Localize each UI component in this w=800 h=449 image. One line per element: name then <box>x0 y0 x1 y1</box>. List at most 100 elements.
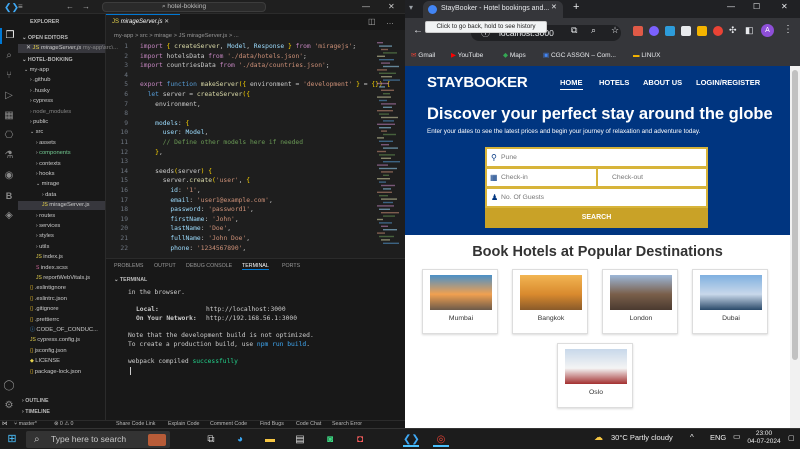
extensions-puzzle-icon[interactable]: ✣ <box>729 25 737 36</box>
problems-status[interactable]: ⊗ 0 ⚠ 0 <box>54 421 74 428</box>
destination-card-dubai[interactable]: Dubai <box>692 269 768 334</box>
code-line[interactable]: lastName: 'Doe', <box>140 224 231 234</box>
explorer-icon[interactable]: ❐ <box>0 28 18 44</box>
code-line[interactable]: models: { <box>140 119 189 129</box>
tree-item[interactable]: {} package-lock.json <box>18 368 105 377</box>
remote-icon[interactable]: ⎔ <box>0 128 18 144</box>
task-view-icon[interactable]: ⧉ <box>203 432 219 447</box>
source-control-icon[interactable]: ⑂ <box>0 68 18 84</box>
side-panel-icon[interactable]: ◧ <box>745 25 754 36</box>
code-line[interactable]: firstName: 'John', <box>140 215 238 225</box>
open-editors-header[interactable]: ⌄ OPEN EDITORS <box>22 34 68 43</box>
tree-item[interactable]: › utils <box>18 243 105 252</box>
page-scrollbar[interactable] <box>790 66 800 428</box>
minimap[interactable] <box>376 42 400 252</box>
bookmark-youtube[interactable]: ▶ YouTube <box>451 46 483 66</box>
status-explain-code[interactable]: Explain Code <box>168 421 200 428</box>
chat-icon[interactable]: ◈ <box>0 208 18 224</box>
tree-item[interactable]: › assets <box>18 139 105 148</box>
scrollbar-thumb[interactable] <box>792 70 798 360</box>
code-editor[interactable]: 1 import { createServer, Model, Response … <box>106 42 390 256</box>
tree-item[interactable]: {} .eslintignore <box>18 284 105 293</box>
tree-item[interactable]: ◆ LICENSE <box>18 357 105 366</box>
tree-item[interactable]: ⌄ my-app <box>18 66 105 75</box>
code-line[interactable]: user: Model, <box>140 128 209 138</box>
tree-item[interactable]: JS index.js <box>18 253 105 262</box>
tree-item[interactable]: › public <box>18 118 105 127</box>
code-line[interactable]: import { createServer, Model, Response }… <box>140 42 356 52</box>
search-button[interactable]: SEARCH <box>485 208 708 228</box>
tree-item[interactable]: JS mirageServer.js <box>18 201 105 211</box>
tab-terminal[interactable]: TERMINAL <box>242 263 269 270</box>
extensions-icon[interactable]: ▦ <box>0 108 18 124</box>
extension-icon[interactable] <box>713 26 723 36</box>
tree-item[interactable]: › services <box>18 222 105 231</box>
terminal-local-url[interactable]: http://localhost:3000 <box>206 305 286 314</box>
tree-item[interactable]: {} .gitignore <box>18 305 105 314</box>
tree-item[interactable]: › components <box>18 149 105 158</box>
extension-icon[interactable] <box>665 26 675 36</box>
tree-item[interactable]: › routes <box>18 212 105 221</box>
run-debug-icon[interactable]: ▷ <box>0 88 18 104</box>
zoom-icon[interactable]: ⌕ <box>591 25 596 36</box>
nav-about-us[interactable]: ABOUT US <box>643 78 682 87</box>
destination-input[interactable]: ⚲ Pune <box>485 147 708 168</box>
destination-card-oslo[interactable]: Oslo <box>557 343 633 408</box>
checkout-input[interactable]: Check-out <box>596 167 708 188</box>
bookmark-gmail[interactable]: ✉ Gmail <box>411 46 435 66</box>
extension-icon[interactable] <box>649 26 659 36</box>
tree-item[interactable]: › hooks <box>18 170 105 179</box>
maximize-icon[interactable]: ☐ <box>753 2 760 11</box>
tree-item[interactable]: › .husky <box>18 87 105 96</box>
close-window-icon[interactable]: ✕ <box>781 2 788 11</box>
terminal-section-header[interactable]: ⌄ TERMINAL <box>114 277 147 283</box>
blackbox-icon[interactable]: B <box>0 188 18 204</box>
code-line[interactable]: id: '1', <box>140 186 200 196</box>
nav-login-register[interactable]: LOGIN/REGISTER <box>696 78 760 87</box>
remote-status-icon[interactable]: ⋈ <box>2 421 7 428</box>
account-icon[interactable]: ◯ <box>0 378 18 394</box>
close-tab-icon[interactable]: ✕ <box>164 19 169 25</box>
tab-problems[interactable]: PROBLEMS <box>114 263 143 269</box>
edge-icon[interactable]: ◕ <box>232 432 248 447</box>
branch-status[interactable]: ⑂ master* <box>14 421 37 428</box>
code-line[interactable]: export function makeServer({ environment… <box>140 80 390 90</box>
destination-card-mumbai[interactable]: Mumbai <box>422 269 498 334</box>
tab-ports[interactable]: PORTS <box>282 263 300 269</box>
destination-card-bangkok[interactable]: Bangkok <box>512 269 588 334</box>
install-app-icon[interactable]: ⧉ <box>571 25 577 36</box>
tree-item[interactable]: {} jsconfig.json <box>18 347 105 356</box>
chrome-taskbar-icon[interactable]: ◎ <box>433 432 449 447</box>
command-center-search[interactable]: ⌕ hotel-bokking <box>102 2 266 12</box>
testing-icon[interactable]: ⚗ <box>0 148 18 164</box>
tray-chevron-icon[interactable]: ^ <box>690 433 694 442</box>
tree-item[interactable]: ⓘ CODE_OF_CONDUC... <box>18 326 105 335</box>
terminal-network-url[interactable]: http://192.168.56.1:3000 <box>206 314 297 323</box>
file-explorer-icon[interactable]: ▬ <box>262 432 278 447</box>
code-line[interactable]: phone: '1234567890', <box>140 244 246 254</box>
nav-hotels[interactable]: HOTELS <box>599 78 629 87</box>
destination-card-london[interactable]: London <box>602 269 678 334</box>
split-editor-icon[interactable]: ◫ <box>368 17 376 26</box>
status-share-code[interactable]: Share Code Link <box>116 421 155 428</box>
tab-output[interactable]: OUTPUT <box>154 263 176 269</box>
back-button-icon[interactable]: ← <box>413 25 423 36</box>
close-icon[interactable]: ✕ <box>388 2 395 11</box>
code-line[interactable]: import countriesData from './data/countr… <box>140 61 330 71</box>
tab-debug-console[interactable]: DEBUG CONSOLE <box>186 263 232 269</box>
checkin-input[interactable]: ▦ Check-in <box>485 167 598 188</box>
store-icon[interactable]: ▤ <box>292 432 308 447</box>
vscode-taskbar-icon[interactable]: ❮❯ <box>403 432 420 447</box>
bookmark-star-icon[interactable]: ☆ <box>611 25 619 36</box>
code-line[interactable]: seeds(server) { <box>140 167 212 177</box>
close-tab-icon[interactable]: ✕ <box>551 3 557 11</box>
bookmark-linux[interactable]: ▬ LINUX <box>633 46 660 66</box>
timeline-section[interactable]: › TIMELINE <box>22 408 50 417</box>
tab-mirageserver[interactable]: JS mirageServer.js ✕ <box>106 14 180 30</box>
tree-item[interactable]: ⌄ src <box>18 128 105 137</box>
code-line[interactable]: let server = createServer({ <box>140 90 250 100</box>
code-line[interactable]: // Define other models here if needed <box>140 138 303 148</box>
tree-item[interactable]: › node_modules <box>18 108 105 117</box>
network-icon[interactable]: ▭ <box>733 432 741 441</box>
code-line[interactable]: server.create('user', { <box>140 176 250 186</box>
